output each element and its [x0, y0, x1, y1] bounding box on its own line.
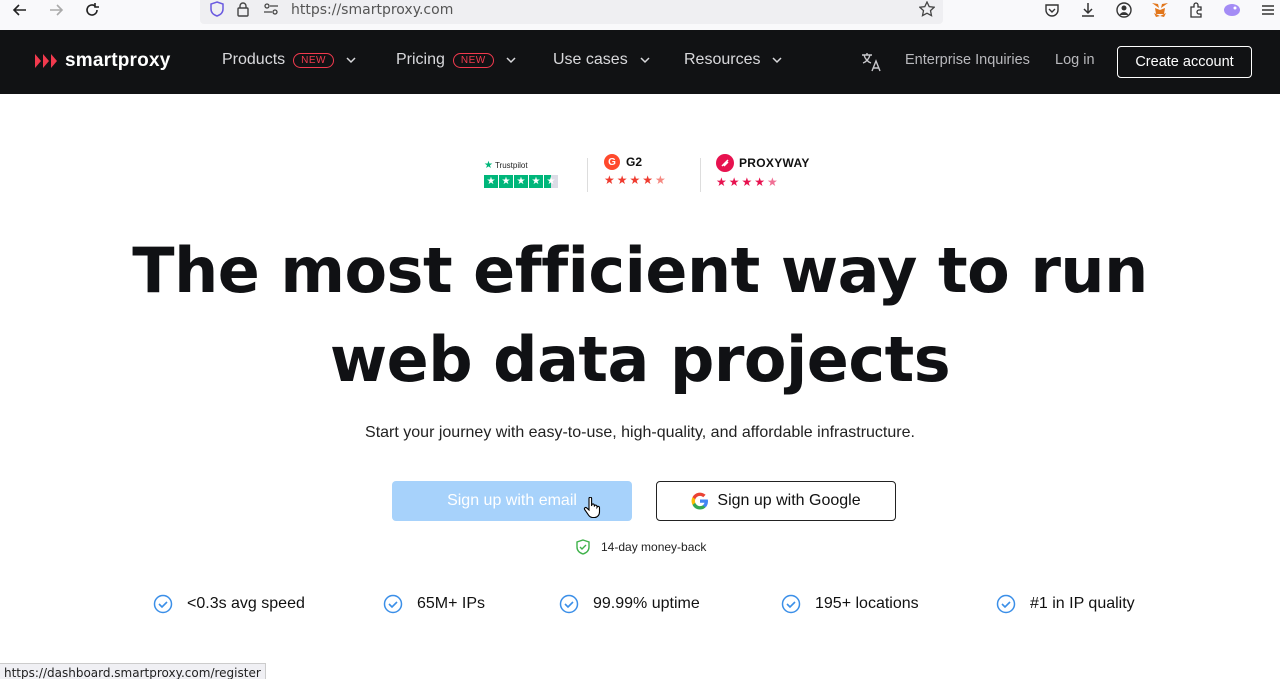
proxyway-label: PROXYWAY — [739, 156, 810, 170]
money-back-label: 14-day money-back — [601, 540, 707, 554]
nav-use-cases-label: Use cases — [553, 51, 628, 68]
check-circle-icon — [781, 594, 801, 614]
feature-item: #1 in IP quality — [996, 594, 1135, 614]
feature-item: 195+ locations — [781, 594, 919, 614]
account-icon[interactable] — [1114, 0, 1134, 20]
trustpilot-stars: ★ ★ ★ ★ ★ — [484, 175, 558, 188]
forward-icon[interactable] — [44, 0, 68, 20]
reload-icon[interactable] — [80, 0, 104, 20]
check-circle-icon — [996, 594, 1016, 614]
feature-label: 99.99% uptime — [593, 595, 700, 612]
divider — [700, 158, 701, 192]
chevron-down-icon — [772, 57, 783, 64]
bookmark-star-icon[interactable] — [918, 0, 936, 18]
hero-subtitle: Start your journey with easy-to-use, hig… — [365, 424, 915, 441]
nav-pricing-label: Pricing — [396, 51, 445, 68]
feature-item: 99.99% uptime — [559, 594, 700, 614]
feature-item: <0.3s avg speed — [153, 594, 305, 614]
g2-label: G2 — [626, 155, 643, 169]
shield-icon[interactable] — [208, 0, 226, 18]
logo-mark-icon — [35, 54, 57, 68]
language-icon[interactable] — [860, 51, 882, 77]
check-circle-icon — [153, 594, 173, 614]
features-row: <0.3s avg speed 65M+ IPs 99.99% uptime 1… — [0, 594, 1280, 616]
proxyway-stars: ★★★★★ — [716, 175, 780, 189]
extensions-icon[interactable] — [1186, 0, 1206, 20]
metamask-fox-icon[interactable] — [1150, 0, 1170, 20]
back-icon[interactable] — [8, 0, 32, 20]
new-badge: NEW — [452, 52, 494, 68]
g2-stars: ★★★★★ — [604, 173, 668, 187]
trustpilot-rating[interactable]: ★ Trustpilot ★ ★ ★ ★ ★ — [484, 160, 558, 188]
nav-products-label: Products — [222, 51, 286, 68]
nav-pricing[interactable]: Pricing NEW — [396, 51, 516, 69]
hero-title: The most efficient way to run web data p… — [0, 226, 1280, 404]
trustpilot-label: Trustpilot — [494, 161, 528, 170]
g2-rating[interactable]: G G2 ★★★★★ — [604, 154, 668, 187]
feature-label: <0.3s avg speed — [187, 595, 305, 612]
url-text[interactable]: https://smartproxy.com — [291, 2, 453, 18]
check-circle-icon — [559, 594, 579, 614]
logo[interactable]: smartproxy — [35, 50, 171, 72]
login-link[interactable]: Log in — [1055, 52, 1095, 68]
address-bar[interactable]: https://smartproxy.com — [200, 0, 943, 24]
chevron-down-icon — [506, 57, 516, 64]
nav-resources-label: Resources — [684, 51, 761, 68]
ratings-row: ★ Trustpilot ★ ★ ★ ★ ★ G G2 ★★★★★ PROXYWAY ★… — [484, 152, 814, 196]
nav-use-cases[interactable]: Use cases — [553, 51, 650, 69]
browser-toolbar: https://smartproxy.com — [0, 0, 1280, 30]
site-header: smartproxy Products NEW Pricing NEW Use … — [0, 30, 1280, 94]
logo-text: smartproxy — [65, 50, 171, 71]
google-icon — [691, 492, 709, 510]
menu-icon[interactable] — [1258, 0, 1278, 20]
check-circle-icon — [383, 594, 403, 614]
trustpilot-star-icon: ★ — [484, 160, 493, 171]
profile-extension-icon[interactable] — [1222, 0, 1242, 20]
new-badge: NEW — [293, 52, 334, 68]
signup-google-button[interactable]: Sign up with Google — [656, 481, 896, 521]
downloads-icon[interactable] — [1078, 0, 1098, 20]
chevron-down-icon — [346, 57, 356, 64]
feature-label: 195+ locations — [815, 595, 919, 612]
link-status-bar: https://dashboard.smartproxy.com/registe… — [0, 663, 266, 679]
shield-check-icon — [576, 539, 590, 555]
signup-google-label: Sign up with Google — [717, 492, 861, 509]
divider — [587, 158, 588, 192]
pocket-icon[interactable] — [1042, 0, 1062, 20]
chevron-down-icon — [640, 57, 650, 64]
signup-email-label: Sign up with email — [447, 492, 577, 509]
g2-logo-icon: G — [604, 154, 620, 170]
nav-resources[interactable]: Resources — [684, 51, 783, 69]
enterprise-inquiries-link[interactable]: Enterprise Inquiries — [905, 52, 1030, 68]
proxyway-logo-icon — [716, 154, 734, 172]
hand-cursor-icon — [583, 497, 601, 519]
proxyway-rating[interactable]: PROXYWAY ★★★★★ — [716, 154, 810, 189]
lock-icon[interactable] — [234, 0, 252, 18]
permissions-icon[interactable] — [262, 0, 280, 18]
feature-item: 65M+ IPs — [383, 594, 485, 614]
feature-label: #1 in IP quality — [1030, 595, 1135, 612]
hero-title-line-2: web data projects — [329, 323, 951, 396]
hero-title-line-1: The most efficient way to run — [132, 234, 1148, 307]
nav-products[interactable]: Products NEW — [222, 51, 356, 69]
feature-label: 65M+ IPs — [417, 595, 486, 612]
money-back-note: 14-day money-back — [575, 539, 706, 555]
create-account-button[interactable]: Create account — [1117, 46, 1252, 78]
